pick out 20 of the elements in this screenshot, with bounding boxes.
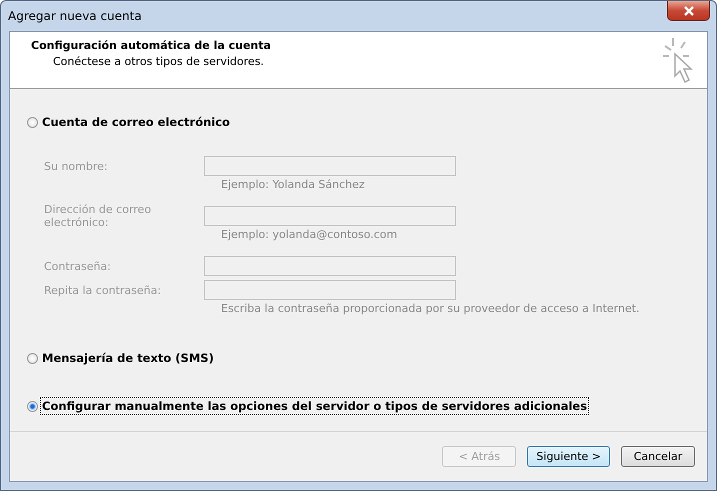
close-icon: [682, 6, 694, 16]
field-label: Repita la contraseña:: [44, 284, 162, 296]
option-label[interactable]: Cuenta de correo electrónico: [41, 114, 231, 130]
radio-button[interactable]: [27, 116, 38, 128]
field-label: Su nombre:: [44, 160, 109, 172]
hint-text: Escriba la contraseña proporcionada por su proveedor de acceso a Internet.: [221, 302, 641, 317]
close-button[interactable]: [667, 1, 710, 21]
dialog-button[interactable]: Cancelar: [621, 446, 695, 467]
field-label: Dirección de correo electrónico:: [44, 203, 152, 229]
field-label: Contraseña:: [44, 260, 112, 272]
option-label[interactable]: Configurar manualmente las opciones del servidor o tipos de servidores adicionales: [41, 398, 588, 414]
radio-button[interactable]: [27, 352, 38, 364]
header-subtitle: Conéctese a otros tipos de servidores.: [53, 55, 265, 68]
hint-text: Ejemplo: yolanda@contoso.com: [221, 228, 398, 243]
hint-text: Ejemplo: Yolanda Sánchez: [221, 178, 366, 193]
header-title: Configuración automática de la cuenta: [31, 39, 271, 52]
dialog-button[interactable]: Siguiente >: [527, 446, 610, 467]
option-label[interactable]: Mensajería de texto (SMS): [41, 350, 215, 366]
window-title: Agregar nueva cuenta: [8, 9, 142, 23]
radio-button[interactable]: [27, 400, 38, 412]
